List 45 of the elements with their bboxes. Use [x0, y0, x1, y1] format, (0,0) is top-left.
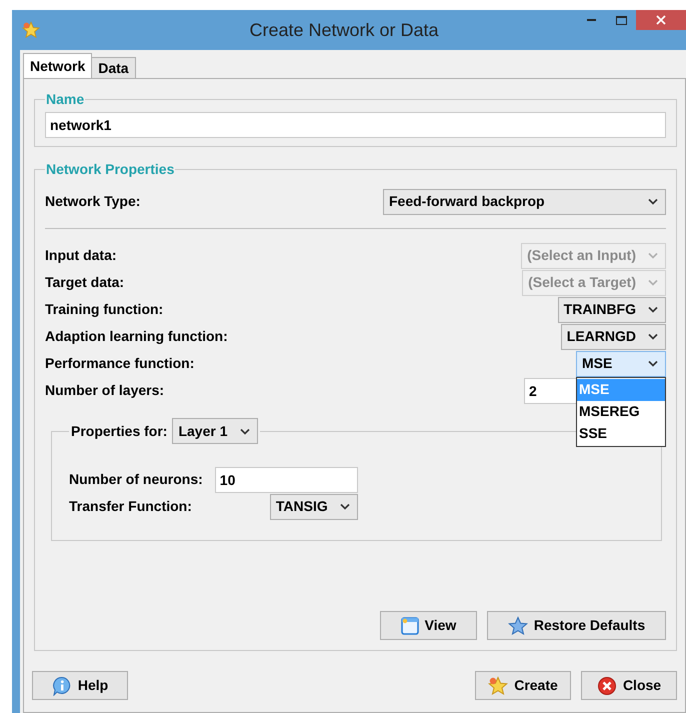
section-title: Network Properties [45, 160, 176, 179]
chevron-icon [648, 252, 658, 259]
close-icon[interactable] [636, 10, 686, 30]
field-label: Transfer Function: [69, 497, 193, 516]
chevron-icon [240, 428, 250, 434]
text-field[interactable]: network1 [45, 112, 666, 138]
dropdown[interactable]: LEARNGD [560, 324, 666, 350]
tab[interactable]: Network [23, 53, 92, 78]
text-field[interactable]: 10 [214, 466, 358, 492]
star-icon [508, 616, 528, 636]
field-label: Performance function: [45, 354, 194, 373]
chevron-icon [648, 333, 658, 340]
section-title: Name [45, 90, 86, 109]
window-title: Create Network or Data [248, 18, 440, 42]
close-icon [596, 676, 617, 696]
dropdown[interactable]: MSE [576, 350, 666, 376]
dropdown-option[interactable]: MSEREG [577, 400, 665, 422]
dropdown[interactable]: TRAINBFG [558, 296, 666, 322]
chevron-icon [340, 503, 350, 510]
view-button[interactable]: View [380, 611, 477, 640]
chevron-icon [648, 306, 658, 313]
close-button[interactable]: Close [581, 671, 677, 700]
dropdown[interactable]: Feed-forward backprop [383, 188, 666, 214]
app-star-icon [22, 21, 40, 39]
window-icon [400, 616, 419, 634]
dropdown-option[interactable]: SSE [577, 422, 665, 444]
chevron-icon [648, 198, 658, 205]
chevron-icon [648, 360, 658, 367]
field-label: Number of neurons: [69, 470, 203, 489]
field-label: Network Type: [45, 192, 140, 211]
help-button[interactable]: Help [32, 671, 128, 700]
field-label: Adaption learning function: [45, 327, 228, 346]
chevron-icon [648, 279, 658, 286]
dropdown[interactable]: Layer 1 [172, 418, 258, 444]
star-icon [488, 676, 508, 696]
info-icon [52, 676, 72, 696]
field-label: Properties for: [71, 422, 168, 441]
field-label: Input data: [45, 246, 117, 265]
field-label: Number of layers: [45, 381, 164, 400]
create-button[interactable]: Create [475, 671, 571, 700]
tab[interactable]: Data [91, 57, 136, 78]
restore-button[interactable]: Restore Defaults [487, 611, 666, 640]
field-label: Target data: [45, 273, 124, 292]
field-label: Training function: [45, 300, 164, 319]
dropdown[interactable]: TANSIG [270, 494, 358, 520]
